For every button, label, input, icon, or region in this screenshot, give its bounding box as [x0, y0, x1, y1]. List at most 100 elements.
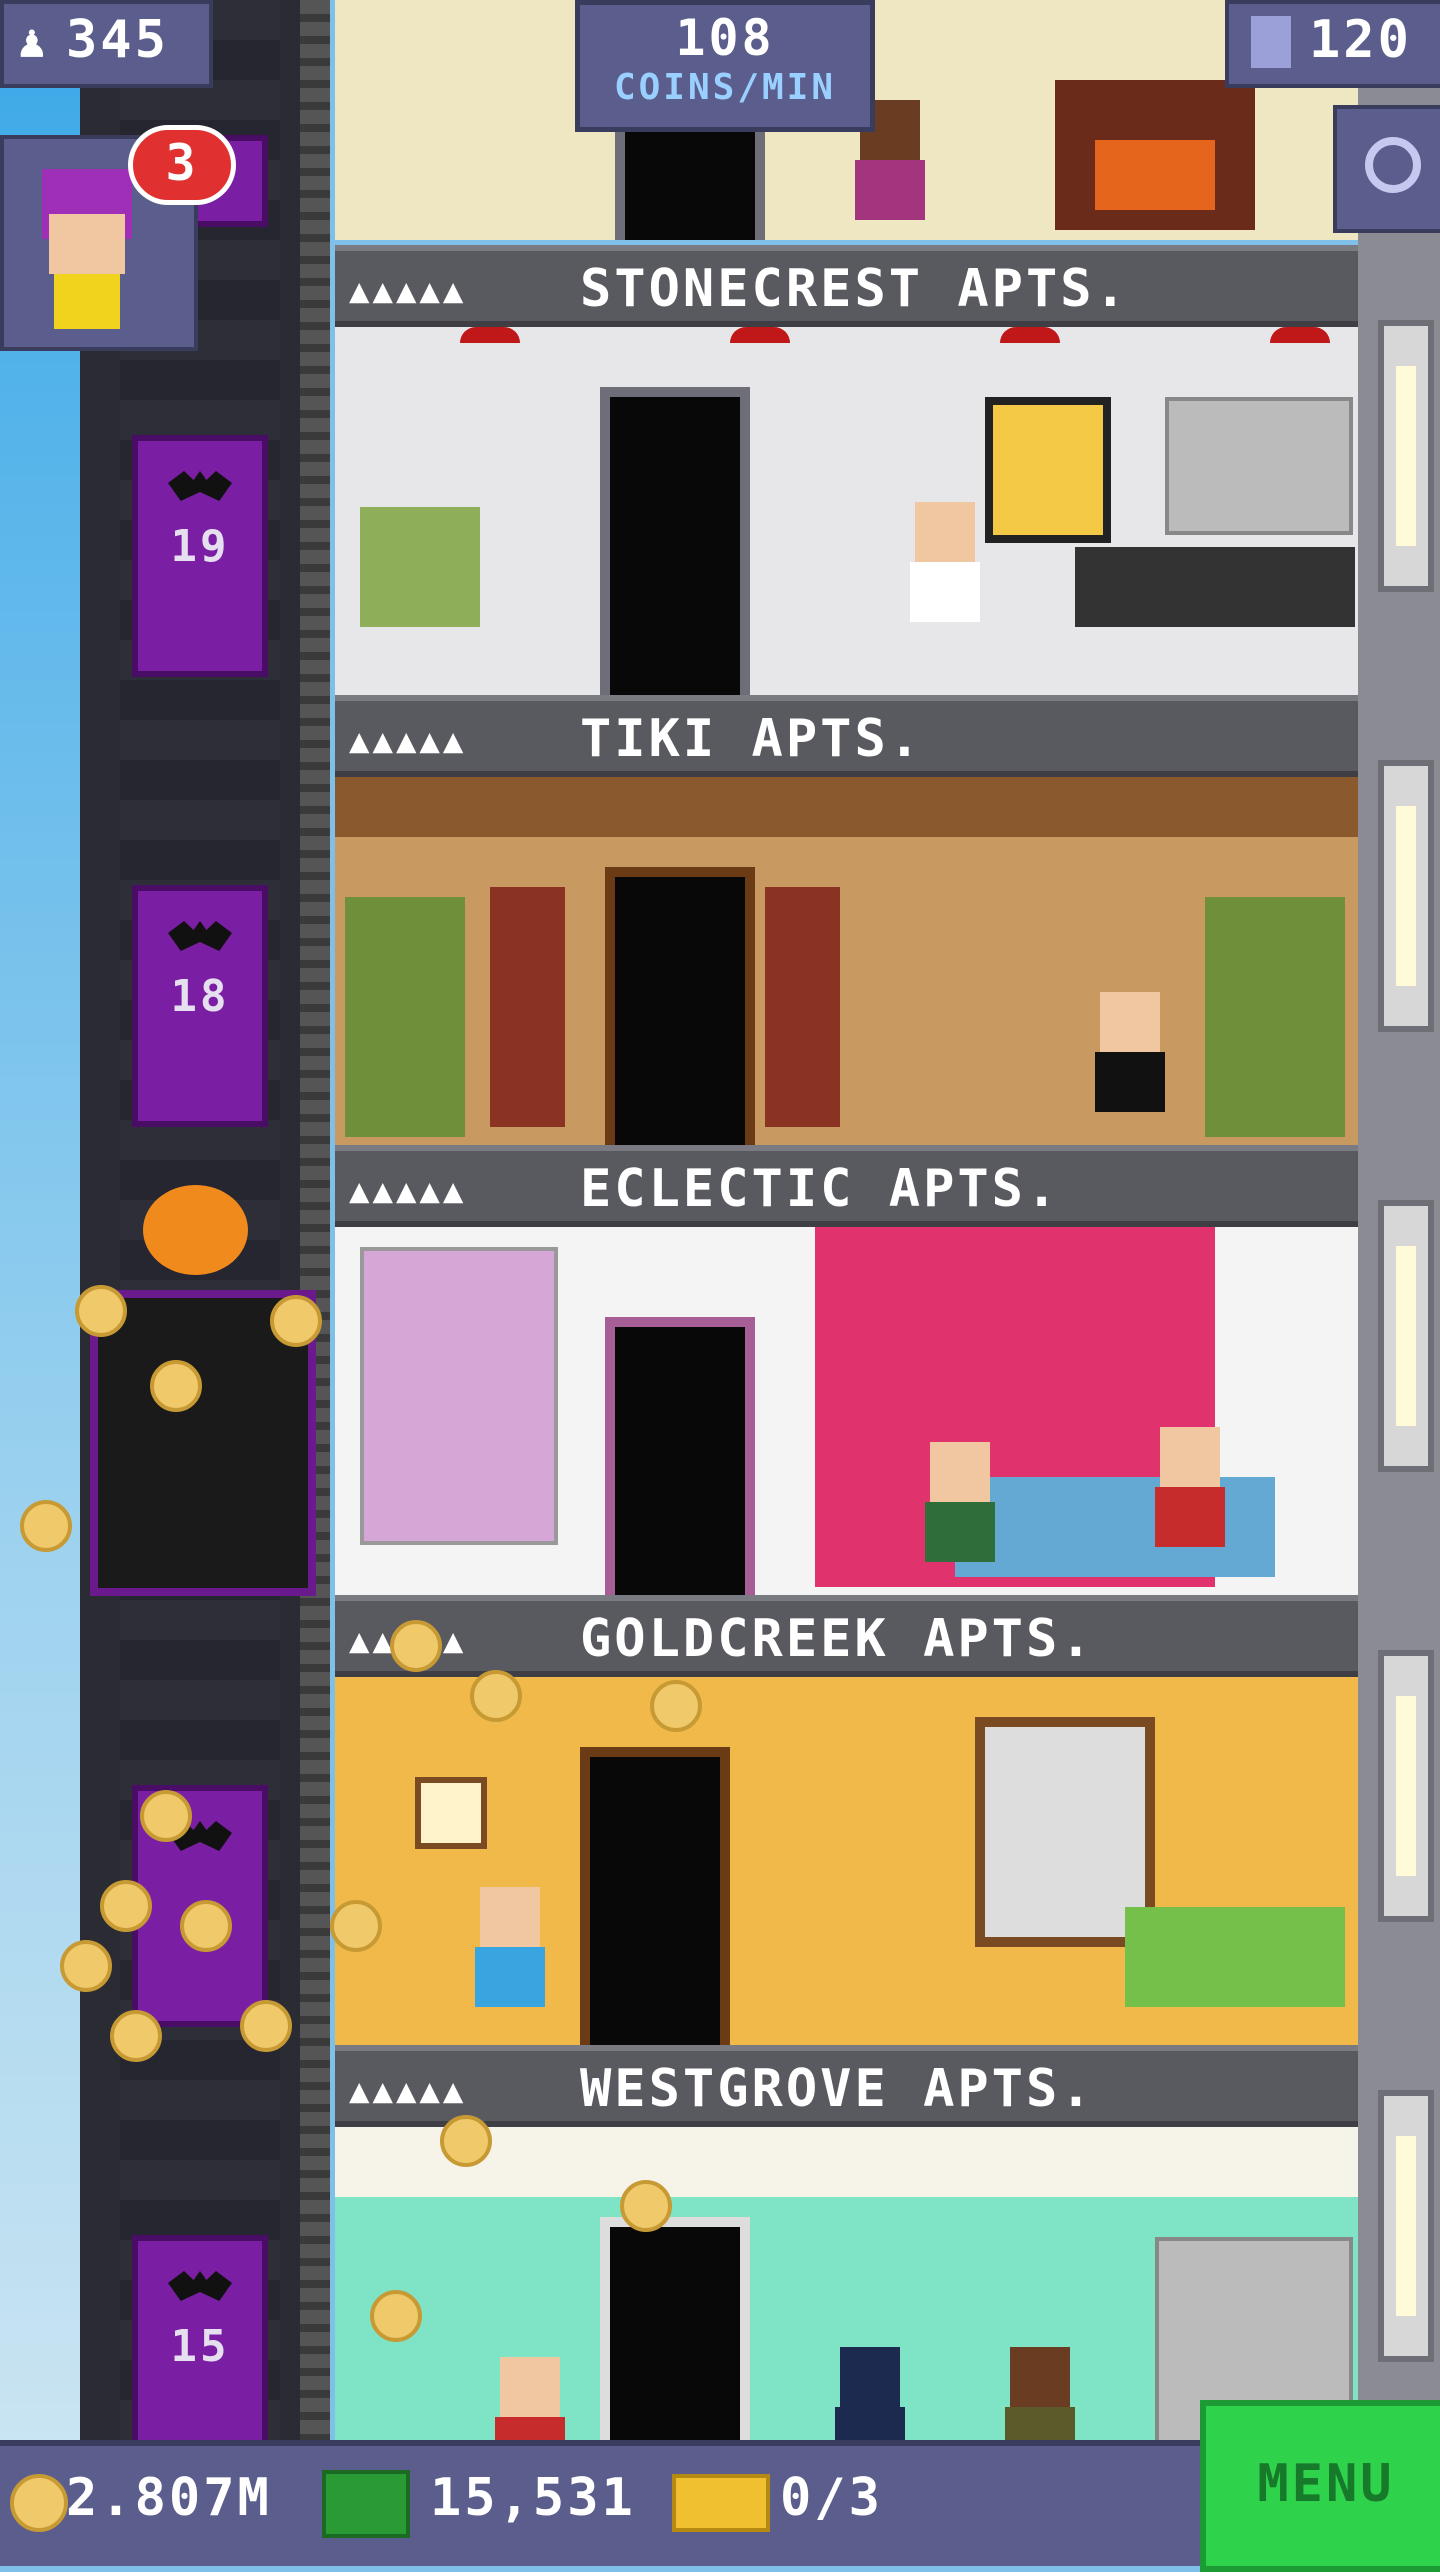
bux-icon — [322, 2470, 410, 2538]
floors-value: 120 — [1309, 10, 1412, 70]
door — [605, 1317, 755, 1595]
room-interior — [335, 777, 1358, 1145]
resident-character[interactable] — [835, 2347, 905, 2440]
coin-icon — [370, 2290, 422, 2342]
resident-character[interactable] — [1005, 2347, 1075, 2440]
sofa — [955, 1477, 1275, 1577]
resident-character[interactable] — [910, 502, 980, 622]
coin-icon — [100, 1880, 152, 1932]
coin-icon — [10, 2474, 68, 2532]
coin-icon — [270, 1295, 322, 1347]
floor-name: ECLECTIC APTS. — [580, 1159, 1061, 1219]
resident-character[interactable] — [475, 1887, 545, 2007]
armchair — [360, 507, 480, 627]
room-interior — [335, 1677, 1358, 2045]
coin-icon — [75, 1285, 127, 1337]
door — [600, 2217, 750, 2440]
coin-icon — [440, 2115, 492, 2167]
floors-counter[interactable]: 120 — [1225, 0, 1440, 88]
elevator-rail — [300, 0, 330, 2460]
window-light — [1378, 1200, 1434, 1472]
tiki-statue — [765, 887, 840, 1127]
floor-tiki[interactable]: ▲▲▲▲▲ TIKI APTS. — [335, 695, 1358, 1145]
floor-stars: ▲▲▲▲▲ — [349, 271, 467, 311]
floor-sign: ▲▲▲▲▲ GOLDCREEK APTS. — [335, 1595, 1358, 1677]
floor-sign: ▲▲▲▲▲ TIKI APTS. — [335, 695, 1358, 777]
resident-character[interactable] — [1095, 992, 1165, 1112]
room-interior — [335, 327, 1358, 695]
kitchen-counter — [1075, 547, 1355, 627]
person-icon: ♟ — [18, 14, 49, 68]
fireplace — [1055, 80, 1255, 230]
tickets-count[interactable]: 0/3 — [780, 2468, 883, 2528]
bat-icon — [168, 2271, 232, 2301]
coin-icon — [150, 1360, 202, 1412]
picture-frame — [415, 1777, 487, 1849]
wall-art — [985, 397, 1111, 543]
coin-icon — [620, 2180, 672, 2232]
elevator-car[interactable]: 18 — [132, 885, 268, 1127]
resident-character[interactable] — [925, 1442, 995, 1562]
bux-balance[interactable]: 15,531 — [430, 2468, 636, 2528]
tiki-statue — [490, 887, 565, 1127]
building-icon — [1251, 16, 1291, 68]
coin-icon — [330, 1900, 382, 1952]
sky-background — [0, 0, 80, 2560]
coins-per-minute-label: COINS/MIN — [613, 67, 837, 108]
bat-icon — [168, 921, 232, 951]
door — [580, 1747, 730, 2045]
kitchen-cabinets — [1165, 397, 1353, 535]
elevator-floor-number: 18 — [170, 971, 230, 1022]
resident-character[interactable] — [1155, 1427, 1225, 1547]
floor-stars: ▲▲▲▲▲ — [349, 1171, 467, 1211]
coin-icon — [650, 1680, 702, 1732]
elevator-floor-number: 19 — [170, 521, 230, 572]
elevator-car[interactable]: 19 — [132, 435, 268, 677]
search-button[interactable] — [1333, 105, 1440, 233]
floor-sign: ▲▲▲▲▲ WESTGROVE APTS. — [335, 2045, 1358, 2127]
menu-label: MENU — [1257, 2454, 1395, 2514]
door — [605, 867, 755, 1145]
floor-stars: ▲▲▲▲▲ — [349, 721, 467, 761]
floor-name: WESTGROVE APTS. — [580, 2059, 1095, 2119]
coin-icon — [20, 1500, 72, 1552]
window-light — [1378, 760, 1434, 1032]
floor-stars: ▲▲▲▲▲ — [349, 2071, 467, 2111]
window-light — [1378, 1650, 1434, 1922]
couch — [1125, 1907, 1345, 2007]
building-right-wall — [1358, 0, 1440, 2460]
notification-badge: 3 — [128, 125, 236, 205]
floor-sign: ▲▲▲▲▲ ECLECTIC APTS. — [335, 1145, 1358, 1227]
coin-icon — [470, 1670, 522, 1722]
floor-name: TIKI APTS. — [580, 709, 924, 769]
elevator-floor-number: 15 — [170, 2321, 230, 2372]
floor-stonecrest[interactable]: ▲▲▲▲▲ STONECREST APTS. — [335, 245, 1358, 695]
coin-icon — [180, 1900, 232, 1952]
floor-name: STONECREST APTS. — [580, 259, 1129, 319]
window-light — [1378, 320, 1434, 592]
room-interior — [335, 2127, 1358, 2440]
abstract-painting — [360, 1247, 558, 1545]
coin-icon — [390, 1620, 442, 1672]
population-value: 345 — [66, 10, 169, 70]
coin-icon — [240, 2000, 292, 2052]
resident-character[interactable] — [495, 2357, 565, 2440]
floor-eclectic[interactable]: ▲▲▲▲▲ ECLECTIC APTS. — [335, 1145, 1358, 1595]
bat-icon — [168, 471, 232, 501]
door — [600, 387, 750, 695]
coin-icon — [140, 1790, 192, 1842]
door — [615, 115, 765, 240]
floor-westgrove[interactable]: ▲▲▲▲▲ WESTGROVE APTS. — [335, 2045, 1358, 2440]
menu-button[interactable]: MENU — [1200, 2400, 1440, 2572]
room-interior — [335, 1227, 1358, 1595]
plant — [1205, 897, 1345, 1137]
coin-icon — [60, 1940, 112, 1992]
coins-per-minute-panel: 108 COINS/MIN — [575, 0, 875, 132]
coins-balance[interactable]: 2.807M — [66, 2468, 272, 2528]
magnifier-icon — [1365, 137, 1421, 193]
pumpkin-icon — [143, 1185, 248, 1275]
floor-goldcreek[interactable]: ▲▲▲▲▲ GOLDCREEK APTS. — [335, 1595, 1358, 2045]
ticket-icon — [672, 2474, 770, 2532]
population-counter[interactable]: ♟ 345 — [0, 0, 213, 88]
plant — [345, 897, 465, 1137]
